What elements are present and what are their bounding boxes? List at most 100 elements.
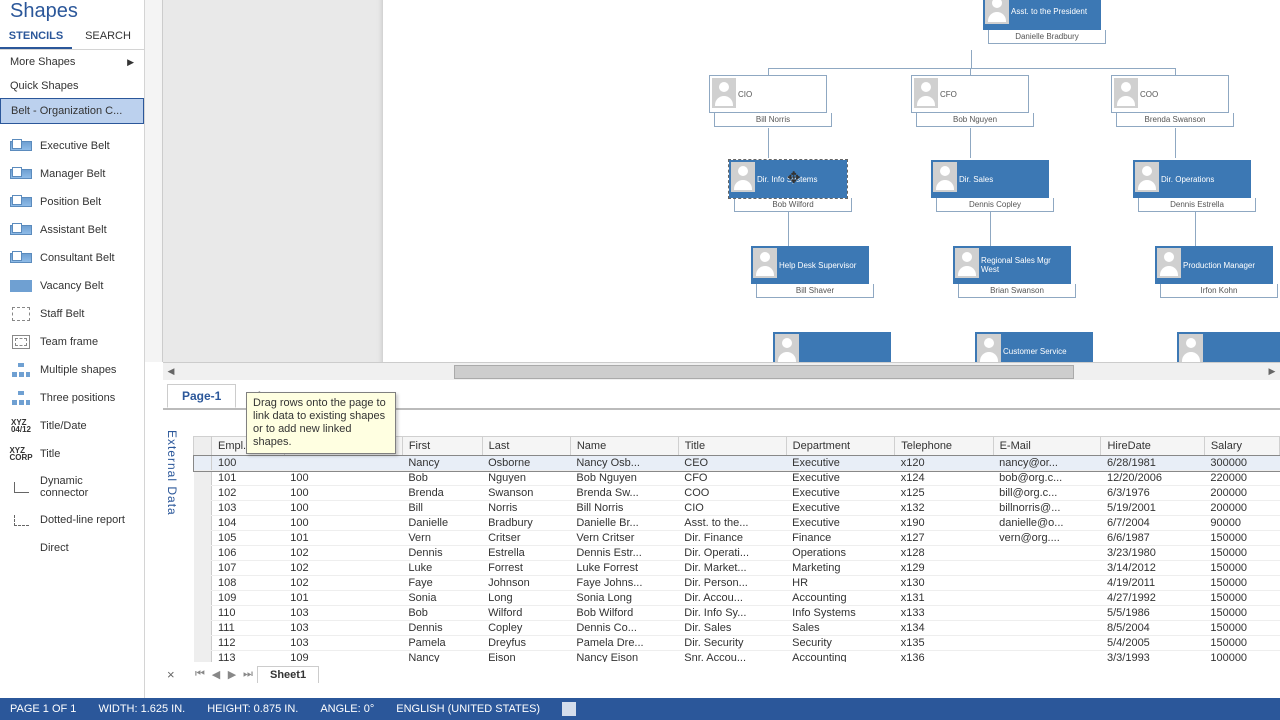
- column-header[interactable]: Name: [570, 437, 678, 456]
- column-header[interactable]: Telephone: [895, 437, 993, 456]
- org-card-title: CIO: [738, 90, 752, 99]
- row-handle[interactable]: [194, 501, 212, 516]
- stencil-direct[interactable]: Direct: [0, 534, 144, 562]
- table-row[interactable]: 100NancyOsborneNancy Osb...CEOExecutivex…: [194, 456, 1280, 471]
- stencil-title-date[interactable]: XYZ04/12Title/Date: [0, 412, 144, 440]
- data-grid[interactable]: Empl...SupervisorIDFirstLastNameTitleDep…: [193, 436, 1280, 662]
- table-cell: Eison: [482, 651, 570, 663]
- org-card-cfo[interactable]: CFO Bob Nguyen: [911, 75, 1029, 127]
- org-card-dis[interactable]: Dir. Info Systems Bob Wilford: [729, 160, 847, 212]
- row-handle-header: [194, 437, 212, 456]
- sheet-tab[interactable]: Sheet1: [257, 666, 319, 683]
- org-card-name: Brenda Swanson: [1116, 113, 1234, 127]
- scroll-track[interactable]: [179, 364, 1264, 380]
- quick-shapes[interactable]: Quick Shapes: [0, 74, 144, 98]
- row-handle[interactable]: [194, 486, 212, 501]
- stencil-belt-org[interactable]: Belt - Organization C...: [0, 98, 144, 124]
- row-handle[interactable]: [194, 636, 212, 651]
- table-row[interactable]: 113109NancyEisonNancy EisonSnr. Accou...…: [194, 651, 1280, 663]
- org-card-title: Dir. Info Systems: [757, 175, 817, 184]
- table-row[interactable]: 111103DennisCopleyDennis Co...Dir. Sales…: [194, 621, 1280, 636]
- table-row[interactable]: 103100BillNorrisBill NorrisCIOExecutivex…: [194, 501, 1280, 516]
- row-handle[interactable]: [194, 516, 212, 531]
- stencil-three-positions[interactable]: Three positions: [0, 384, 144, 412]
- table-row[interactable]: 108102FayeJohnsonFaye Johns...Dir. Perso…: [194, 576, 1280, 591]
- tab-search[interactable]: SEARCH: [72, 25, 144, 49]
- table-row[interactable]: 109101SoniaLongSonia LongDir. Accou...Ac…: [194, 591, 1280, 606]
- column-header[interactable]: E-Mail: [993, 437, 1101, 456]
- table-cell: 150000: [1204, 606, 1279, 621]
- drawing-canvas[interactable]: Asst. to the President Danielle Bradbury…: [163, 0, 1280, 380]
- sheet-last-icon[interactable]: ⏭: [241, 668, 255, 681]
- row-handle[interactable]: [194, 561, 212, 576]
- column-header[interactable]: Title: [678, 437, 786, 456]
- stencil-dynamic-connector[interactable]: Dynamic connector: [0, 468, 144, 506]
- close-icon[interactable]: ×: [167, 667, 175, 682]
- column-header[interactable]: Last: [482, 437, 570, 456]
- page-tab-1[interactable]: Page-1: [167, 384, 236, 408]
- horizontal-scrollbar[interactable]: ◀ ▶: [163, 362, 1280, 380]
- tab-stencils[interactable]: STENCILS: [0, 25, 72, 49]
- org-card-pm[interactable]: Production Manager Irfon Kohn: [1155, 246, 1273, 298]
- table-row[interactable]: 101100BobNguyenBob NguyenCFOExecutivex12…: [194, 471, 1280, 486]
- table-row[interactable]: 105101VernCritserVern CritserDir. Financ…: [194, 531, 1280, 546]
- row-handle[interactable]: [194, 621, 212, 636]
- row-handle[interactable]: [194, 576, 212, 591]
- table-cell: x129: [895, 561, 993, 576]
- table-row[interactable]: 102100BrendaSwansonBrenda Sw...COOExecut…: [194, 486, 1280, 501]
- org-card-dsales[interactable]: Dir. Sales Dennis Copley: [931, 160, 1049, 212]
- column-header[interactable]: Salary: [1204, 437, 1279, 456]
- row-handle[interactable]: [194, 606, 212, 621]
- calendar-icon[interactable]: [562, 702, 576, 716]
- table-cell: COO: [678, 486, 786, 501]
- org-card-asst[interactable]: Asst. to the President Danielle Bradbury: [983, 0, 1101, 44]
- table-row[interactable]: 104100DanielleBradburyDanielle Br...Asst…: [194, 516, 1280, 531]
- org-card-rsm[interactable]: Regional Sales Mgr West Brian Swanson: [953, 246, 1071, 298]
- sheet-next-icon[interactable]: ▶: [225, 668, 239, 681]
- scroll-left-icon[interactable]: ◀: [163, 364, 179, 380]
- table-row[interactable]: 112103PamelaDreyfusPamela Dre...Dir. Sec…: [194, 636, 1280, 651]
- stencil-consultant-belt[interactable]: Consultant Belt: [0, 244, 144, 272]
- row-handle[interactable]: [194, 531, 212, 546]
- org-card-cio[interactable]: CIO Bill Norris: [709, 75, 827, 127]
- row-handle[interactable]: [194, 651, 212, 663]
- stencil-manager-belt[interactable]: Manager Belt: [0, 160, 144, 188]
- org-card-header: Help Desk Supervisor: [751, 246, 869, 284]
- stencil-title[interactable]: XYZCORPTitle: [0, 440, 144, 468]
- stencil-assistant-belt[interactable]: Assistant Belt: [0, 216, 144, 244]
- stencil-staff-belt[interactable]: Staff Belt: [0, 300, 144, 328]
- stencil-vacancy-belt[interactable]: Vacancy Belt: [0, 272, 144, 300]
- stencil-team-frame[interactable]: Team frame: [0, 328, 144, 356]
- org-card-dops[interactable]: Dir. Operations Dennis Estrella: [1133, 160, 1251, 212]
- row-handle[interactable]: [194, 471, 212, 486]
- table-cell: 100000: [1204, 651, 1279, 663]
- org-card-coo[interactable]: COO Brenda Swanson: [1111, 75, 1229, 127]
- sheet-prev-icon[interactable]: ◀: [209, 668, 223, 681]
- more-shapes-label: More Shapes: [10, 56, 75, 68]
- row-handle[interactable]: [194, 591, 212, 606]
- page-surface[interactable]: Asst. to the President Danielle Bradbury…: [383, 0, 1280, 380]
- sheet-first-icon[interactable]: ⏮: [193, 668, 207, 681]
- column-header[interactable]: First: [402, 437, 482, 456]
- column-header[interactable]: HireDate: [1101, 437, 1204, 456]
- table-row[interactable]: 110103BobWilfordBob WilfordDir. Info Sy.…: [194, 606, 1280, 621]
- row-handle[interactable]: [194, 456, 212, 471]
- table-cell: Brenda Sw...: [570, 486, 678, 501]
- org-card-help[interactable]: Help Desk Supervisor Bill Shaver: [751, 246, 869, 298]
- column-header[interactable]: Department: [786, 437, 895, 456]
- stencil-label: Executive Belt: [40, 140, 110, 152]
- table-cell: 108: [212, 576, 285, 591]
- row-handle[interactable]: [194, 546, 212, 561]
- status-height: HEIGHT: 0.875 IN.: [207, 703, 298, 715]
- scroll-right-icon[interactable]: ▶: [1264, 364, 1280, 380]
- table-cell: Security: [786, 636, 895, 651]
- stencil-position-belt[interactable]: Position Belt: [0, 188, 144, 216]
- stencil-executive-belt[interactable]: Executive Belt: [0, 132, 144, 160]
- more-shapes[interactable]: More Shapes ▶: [0, 50, 144, 74]
- scroll-thumb[interactable]: [454, 365, 1074, 379]
- table-row[interactable]: 107102LukeForrestLuke ForrestDir. Market…: [194, 561, 1280, 576]
- table-row[interactable]: 106102DennisEstrellaDennis Estr...Dir. O…: [194, 546, 1280, 561]
- table-cell: Marketing: [786, 561, 895, 576]
- stencil-dotted-line-report[interactable]: Dotted-line report: [0, 506, 144, 534]
- stencil-multiple-shapes[interactable]: Multiple shapes: [0, 356, 144, 384]
